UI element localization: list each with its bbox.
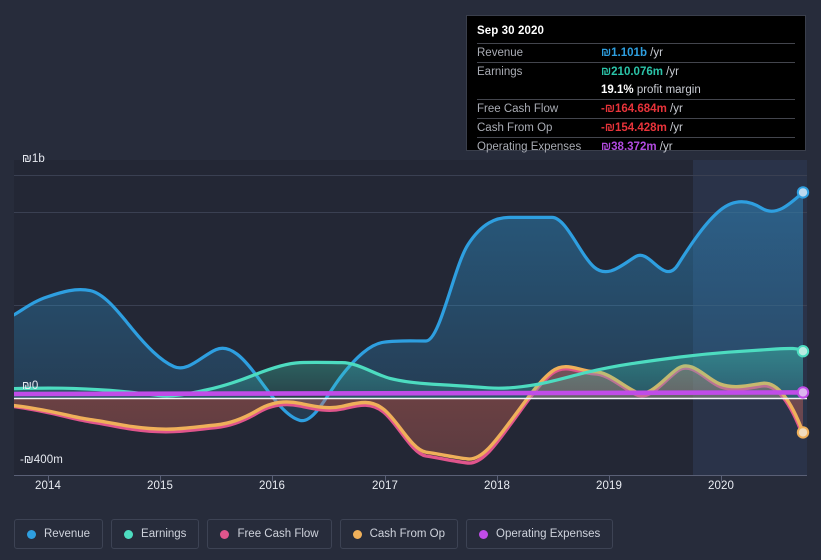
tooltip-row-operating-expenses: Operating Expenses ₪38.372m /yr (477, 137, 795, 157)
legend-label-free-cash-flow: Free Cash Flow (237, 528, 319, 540)
legend-item-free-cash-flow[interactable]: Free Cash Flow (207, 519, 332, 549)
tooltip-label-revenue: Revenue (477, 47, 524, 59)
legend-dot-cash-from-op-icon (352, 529, 362, 539)
x-axis-ticks (48, 475, 722, 482)
tooltip-value-free-cash-flow: -₪164.684m /yr (601, 100, 795, 119)
legend-label-earnings: Earnings (141, 528, 187, 540)
tooltip-unit-earnings: /yr (666, 66, 679, 78)
tooltip-value-profit-margin: 19.1% profit margin (601, 81, 795, 100)
tooltip-label-earnings: Earnings (477, 66, 523, 78)
tooltip-row-free-cash-flow: Free Cash Flow -₪164.684m /yr (477, 99, 795, 119)
chart-legend: Revenue Earnings Free Cash Flow Cash Fro… (0, 508, 821, 560)
tooltip-amount-operating-expenses: ₪38.372m (601, 141, 657, 153)
tooltip-label-profit-margin (477, 81, 601, 100)
endpoint-marker-cash-from-op (796, 426, 810, 439)
tooltip-date: Sep 30 2020 (477, 25, 544, 37)
tooltip-unit-cash-from-op: /yr (670, 122, 683, 134)
tooltip-amount-revenue: ₪1.101b (601, 47, 647, 59)
tooltip-value-revenue: ₪1.101b /yr (601, 44, 795, 63)
series-line-operating-expenses (14, 390, 806, 397)
tooltip-label-operating-expenses: Operating Expenses (477, 141, 582, 153)
legend-item-earnings[interactable]: Earnings (111, 519, 200, 549)
tooltip-label-free-cash-flow: Free Cash Flow (477, 103, 559, 115)
tooltip-row-revenue: Revenue ₪1.101b /yr (477, 43, 795, 63)
tooltip-unit-revenue: /yr (650, 47, 663, 59)
legend-item-operating-expenses[interactable]: Operating Expenses (466, 519, 614, 549)
endpoint-marker-operating-expenses (796, 386, 810, 399)
tooltip-unit-operating-expenses: /yr (659, 141, 673, 153)
legend-dot-revenue-icon (27, 529, 36, 539)
tooltip-value-operating-expenses: ₪38.372m /yr (601, 138, 795, 157)
data-tooltip: Sep 30 2020 Revenue ₪1.101b /yr Earnings… (466, 15, 806, 153)
tooltip-amount-profit-margin: 19.1% (601, 84, 634, 96)
legend-dot-free-cash-flow-icon (220, 529, 230, 539)
tooltip-table: Revenue ₪1.101b /yr Earnings ₪210.076m /… (477, 43, 795, 156)
endpoint-marker-revenue (796, 186, 810, 199)
legend-dot-earnings-icon (124, 529, 134, 539)
tooltip-value-cash-from-op: -₪154.428m /yr (601, 119, 795, 138)
tooltip-amount-cash-from-op: -₪154.428m (601, 122, 667, 134)
tooltip-unit-profit-margin: profit margin (636, 84, 701, 96)
tooltip-amount-free-cash-flow: -₪164.684m (601, 103, 667, 115)
tooltip-row-earnings: Earnings ₪210.076m /yr (477, 62, 795, 82)
tooltip-value-earnings: ₪210.076m /yr (601, 63, 795, 82)
tooltip-row-profit-margin: 19.1% profit margin (477, 81, 795, 100)
tooltip-row-cash-from-op: Cash From Op -₪154.428m /yr (477, 118, 795, 138)
legend-dot-operating-expenses-icon (479, 529, 489, 539)
legend-label-operating-expenses: Operating Expenses (496, 528, 601, 540)
legend-label-cash-from-op: Cash From Op (369, 528, 446, 540)
legend-label-revenue: Revenue (44, 528, 91, 540)
tooltip-unit-free-cash-flow: /yr (670, 103, 683, 115)
legend-item-revenue[interactable]: Revenue (14, 519, 104, 549)
tooltip-amount-earnings: ₪210.076m (601, 66, 663, 78)
tooltip-label-cash-from-op: Cash From Op (477, 122, 553, 134)
endpoint-marker-earnings (796, 345, 810, 358)
legend-item-cash-from-op[interactable]: Cash From Op (339, 519, 459, 549)
